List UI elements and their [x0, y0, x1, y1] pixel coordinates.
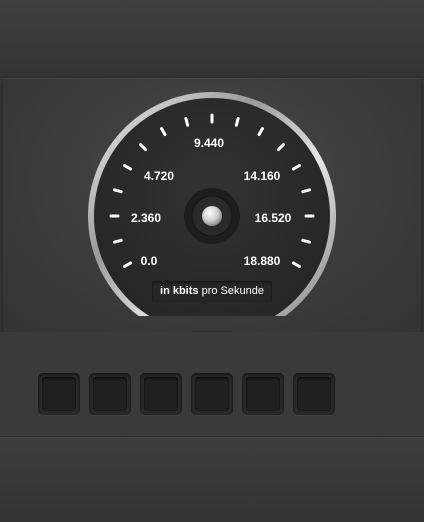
digit-slot: [89, 373, 131, 415]
digit-display: [38, 373, 338, 415]
gauge-knob: [202, 206, 222, 226]
scale-label-0: 0.0: [141, 254, 158, 268]
scale-label-2: 4.720: [144, 169, 174, 183]
digit-slot: [191, 373, 233, 415]
scale-label-4: 14.160: [244, 169, 281, 183]
digit-slot: [38, 373, 80, 415]
unit-label: in kbits pro Sekunde: [152, 281, 272, 302]
speedometer-gauge: 0.0 2.360 4.720 9.440 14.160 16.520 18.8…: [88, 92, 336, 316]
gauge-tick: [184, 116, 190, 127]
gauge-tick: [112, 188, 123, 194]
unit-label-bold: in kbits: [160, 285, 199, 297]
gauge-tick: [301, 188, 312, 194]
gauge-tick: [234, 116, 240, 127]
scale-label-5: 16.520: [255, 211, 292, 225]
unit-label-normal: pro Sekunde: [201, 285, 264, 297]
digit-slot: [242, 373, 284, 415]
gauge-tick: [301, 238, 312, 244]
scale-label-6: 18.880: [244, 254, 281, 268]
scale-label-3: 9.440: [194, 136, 224, 150]
gauge-tick: [112, 238, 123, 244]
digit-slot: [140, 373, 182, 415]
scale-label-1: 2.360: [131, 211, 161, 225]
digit-slot: [293, 373, 335, 415]
